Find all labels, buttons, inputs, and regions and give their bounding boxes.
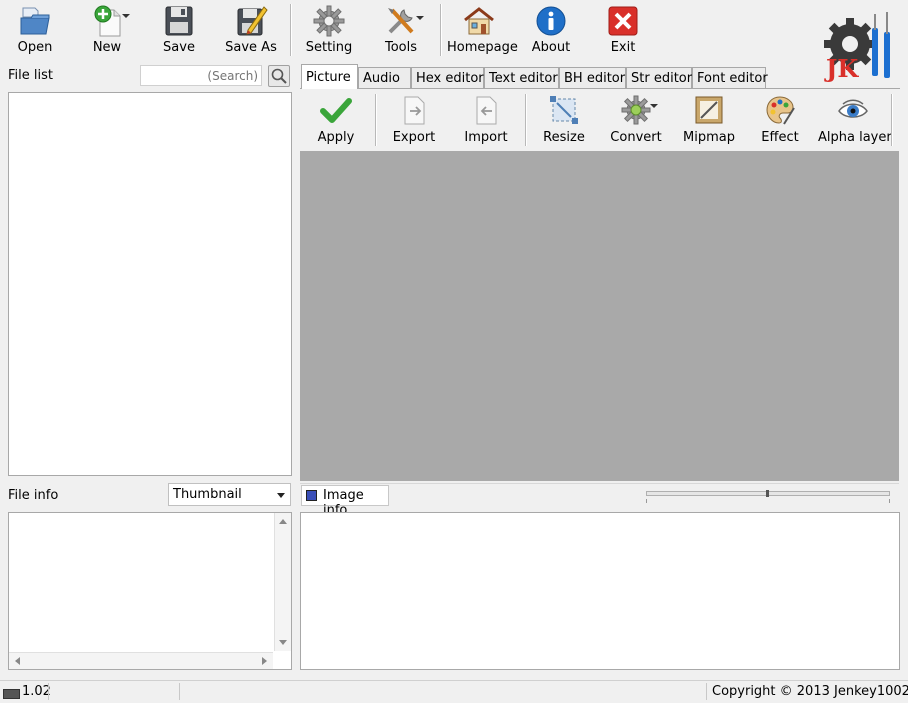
setting-label: Setting [305, 40, 353, 55]
scroll-left-arrow-icon[interactable] [15, 657, 20, 665]
mipmap-label: Mipmap [683, 130, 735, 145]
open-button[interactable]: Open [3, 4, 67, 58]
about-label: About [531, 40, 571, 55]
eye-icon [838, 99, 868, 118]
zoom-slider[interactable] [646, 490, 890, 504]
resize-icon [550, 96, 578, 124]
view-mode-value: Thumbnail [173, 487, 242, 502]
home-icon [464, 7, 494, 35]
tab-picture[interactable]: Picture [301, 64, 358, 89]
tools-icon [388, 8, 414, 34]
new-document-icon [94, 5, 121, 37]
export-label: Export [392, 130, 436, 145]
homepage-button[interactable]: Homepage [447, 4, 518, 58]
export-document-icon [404, 96, 425, 125]
apply-button[interactable]: Apply [310, 94, 362, 148]
search-input[interactable] [140, 65, 262, 86]
effect-label: Effect [761, 130, 799, 145]
vertical-scrollbar[interactable] [274, 513, 291, 651]
save-as-icon [237, 6, 268, 36]
resize-button[interactable]: Resize [538, 94, 590, 148]
alpha-layer-label: Alpha layer [818, 130, 892, 145]
scroll-down-arrow-icon[interactable] [279, 640, 287, 645]
exit-button[interactable]: Exit [591, 4, 655, 58]
tools-button[interactable]: Tools [369, 4, 433, 58]
tools-dropdown-arrow-icon[interactable] [416, 16, 424, 20]
tab-hex-editor[interactable]: Hex editor [411, 67, 484, 88]
view-mode-select[interactable]: Thumbnail [168, 483, 291, 506]
gear-icon [313, 5, 345, 37]
zoom-slider-thumb[interactable] [766, 490, 769, 497]
open-label: Open [17, 40, 53, 55]
import-label: Import [464, 130, 508, 145]
file-info-label: File info [8, 488, 59, 503]
chevron-down-icon [277, 493, 285, 498]
search-button[interactable] [268, 65, 290, 87]
file-list-panel[interactable] [8, 92, 292, 476]
picture-preview-canvas[interactable] [300, 151, 899, 481]
status-separator [179, 683, 180, 700]
exit-label: Exit [610, 40, 636, 55]
setting-button[interactable]: Setting [297, 4, 361, 58]
version-text: 1.02 [22, 684, 51, 699]
tools-label: Tools [384, 40, 418, 55]
mipmap-frame-icon [695, 96, 723, 124]
picture-toolbar-separator [525, 94, 527, 146]
status-separator [706, 683, 707, 700]
image-info-panel[interactable] [300, 512, 900, 670]
palette-icon [766, 96, 795, 125]
convert-button[interactable]: Convert [608, 94, 664, 148]
save-button[interactable]: Save [147, 4, 211, 58]
toolbar-separator [440, 4, 442, 56]
status-separator [48, 683, 49, 700]
tab-bh-editor[interactable]: BH editor [559, 67, 626, 88]
about-button[interactable]: About [519, 4, 583, 58]
scroll-up-arrow-icon[interactable] [279, 519, 287, 524]
file-list-label: File list [8, 68, 53, 83]
image-info-tab[interactable]: Image info [301, 485, 389, 518]
search-icon [271, 68, 287, 84]
save-label: Save [163, 40, 195, 55]
save-as-button[interactable]: Save As [219, 4, 283, 58]
file-info-panel[interactable] [8, 512, 292, 670]
new-label: New [92, 40, 122, 55]
floppy-disk-icon [165, 6, 193, 36]
picture-toolbar-separator [891, 94, 893, 146]
zoom-slider-ticks [646, 499, 890, 503]
picture-toolbar-separator [375, 94, 377, 146]
scroll-right-arrow-icon[interactable] [262, 657, 267, 665]
mipmap-button[interactable]: Mipmap [682, 94, 736, 148]
status-keyboard-icon [3, 689, 20, 699]
apply-label: Apply [317, 130, 355, 145]
logo-text: JK [826, 54, 859, 83]
folder-open-icon [20, 7, 50, 35]
tab-font-editor[interactable]: Font editor [692, 67, 768, 88]
homepage-label: Homepage [447, 40, 518, 55]
info-icon [536, 6, 566, 36]
copyright-text: Copyright © 2013 Jenkey1002 ™ [712, 684, 908, 699]
save-as-label: Save As [225, 40, 277, 55]
new-dropdown-arrow-icon[interactable] [122, 14, 130, 18]
alpha-layer-button[interactable]: Alpha layer [818, 94, 892, 148]
horizontal-scrollbar[interactable] [9, 652, 273, 669]
image-icon [306, 490, 317, 501]
convert-dropdown-arrow-icon[interactable] [650, 104, 658, 108]
tab-text-editor[interactable]: Text editor [484, 67, 559, 88]
close-icon [608, 6, 638, 36]
export-button[interactable]: Export [388, 94, 440, 148]
effect-button[interactable]: Effect [754, 94, 806, 148]
checkmark-icon [320, 98, 352, 123]
toolbar-separator [290, 4, 292, 56]
convert-label: Convert [610, 130, 662, 145]
tab-audio[interactable]: Audio [358, 67, 411, 88]
import-document-icon [476, 96, 497, 125]
convert-gear-icon [621, 95, 651, 125]
import-button[interactable]: Import [460, 94, 512, 148]
resize-label: Resize [543, 130, 585, 145]
new-button[interactable]: New [75, 4, 139, 58]
tab-str-editor[interactable]: Str editor [626, 67, 692, 88]
app-logo: JK [822, 8, 898, 84]
